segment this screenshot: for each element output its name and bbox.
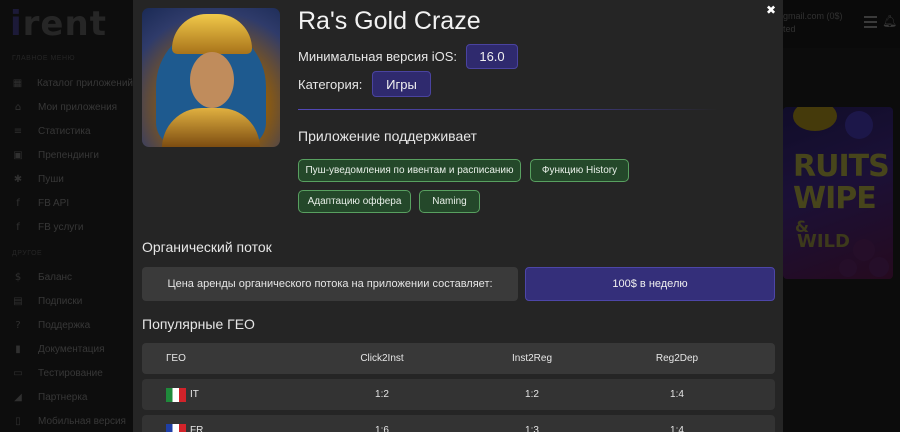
geo-table-header: ГЕО Click2Inst Inst2Reg Reg2Dep [142, 343, 775, 374]
click2inst-cell: 1:6 [375, 425, 389, 432]
reg2dep-cell: 1:4 [670, 389, 684, 400]
app-root: irent ГЛАВНОЕ МЕНЮ ▦ Каталог приложений … [0, 0, 900, 432]
table-row: IT 1:2 1:2 1:4 [142, 379, 775, 410]
category-label: Категория: [298, 77, 363, 92]
app-title: Ra's Gold Craze [298, 7, 481, 35]
organic-price-value: 100$ в неделю [525, 267, 775, 301]
column-header: ГЕО [166, 353, 186, 364]
close-icon[interactable]: ✖ [766, 3, 776, 17]
feature-tag-offer: Адаптацию оффера [298, 190, 411, 213]
table-row: FR 1:6 1:3 1:4 [142, 415, 775, 432]
column-header: Click2Inst [360, 353, 404, 364]
app-details-modal: Ra's Gold Craze Минимальная версия iOS: … [133, 0, 783, 432]
geo-cell: FR [166, 415, 203, 432]
app-cover-image [142, 8, 280, 147]
reg2dep-cell: 1:4 [670, 425, 684, 432]
feature-tag-push: Пуш-уведомления по ивентам и расписанию [298, 159, 521, 182]
category-badge: Игры [372, 71, 431, 97]
inst2reg-cell: 1:2 [525, 389, 539, 400]
column-header: Reg2Dep [655, 353, 699, 364]
italy-flag-icon [166, 387, 186, 402]
click2inst-cell: 1:2 [375, 389, 389, 400]
supports-heading: Приложение поддерживает [298, 128, 477, 144]
inst2reg-cell: 1:3 [525, 425, 539, 432]
column-header: Inst2Reg [511, 353, 553, 364]
france-flag-icon [166, 423, 186, 432]
geo-heading: Популярные ГЕО [142, 316, 255, 332]
feature-tag-naming: Naming [419, 190, 480, 213]
feature-tag-history: Функцию History [530, 159, 629, 182]
ios-version-badge: 16.0 [466, 44, 518, 69]
divider [298, 109, 718, 110]
ios-version-label: Минимальная версия iOS: [298, 49, 458, 64]
organic-price-label: Цена аренды органического потока на прил… [142, 267, 518, 301]
geo-cell: IT [166, 379, 199, 410]
organic-heading: Органический поток [142, 239, 272, 255]
